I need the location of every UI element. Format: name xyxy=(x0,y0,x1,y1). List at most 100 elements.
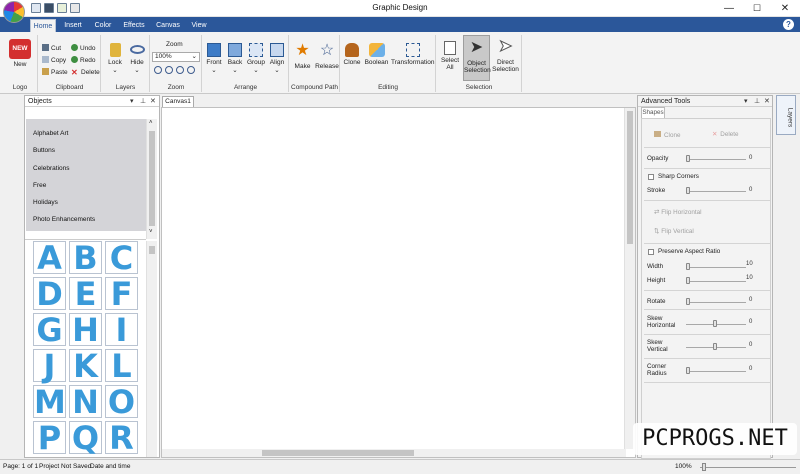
scroll-up-icon[interactable]: ˄ xyxy=(149,120,153,126)
tab-home[interactable]: Home xyxy=(30,19,56,32)
direct-selection-button[interactable]: ➤ Direct Selection xyxy=(491,35,520,81)
close-button[interactable]: ✕ xyxy=(772,1,798,16)
zoom-combo[interactable]: 100% ⌄ xyxy=(152,52,200,62)
scroll-down-icon[interactable]: ˅ xyxy=(149,229,153,235)
letter-thumbnail[interactable]: L xyxy=(105,349,138,383)
panel-close-icon[interactable]: ✕ xyxy=(150,96,156,107)
letter-thumbnail[interactable]: D xyxy=(33,277,66,311)
height-slider[interactable] xyxy=(686,281,746,282)
letter-thumbnail[interactable]: R xyxy=(105,421,138,455)
category-item[interactable]: Holidays xyxy=(33,199,58,206)
cut-button[interactable]: Cut xyxy=(42,44,61,54)
minimize-button[interactable]: — xyxy=(716,1,742,16)
make-button[interactable]: ★ Make xyxy=(291,35,314,71)
letter-thumbnail[interactable]: P xyxy=(33,421,66,455)
preserve-aspect-checkbox[interactable] xyxy=(648,249,654,255)
zoom-slider-thumb[interactable] xyxy=(702,463,706,471)
front-button[interactable]: Front ⌄ xyxy=(204,35,224,74)
category-item[interactable]: Free xyxy=(33,182,46,189)
letter-thumbnail[interactable]: H xyxy=(69,313,102,347)
letter-thumbnail[interactable]: N xyxy=(69,385,102,419)
zoom-out-icon[interactable] xyxy=(165,66,173,74)
delete-button[interactable]: ✕ Delete xyxy=(712,131,738,138)
transformation-button[interactable]: Transformation xyxy=(391,35,434,66)
panel-close-icon[interactable]: ✕ xyxy=(764,96,770,107)
stroke-slider[interactable] xyxy=(686,191,746,192)
lock-button[interactable]: Lock ⌄ xyxy=(104,35,126,74)
align-button[interactable]: Align ⌄ xyxy=(267,35,287,74)
clone-button[interactable]: Clone xyxy=(654,131,680,139)
pin-icon[interactable]: ⊥ xyxy=(140,96,146,107)
category-item[interactable]: Celebrations xyxy=(33,165,70,172)
flip-horizontal-button[interactable]: ⇄ Flip Horizontal xyxy=(654,209,702,216)
select-all-button[interactable]: Select All xyxy=(439,35,461,81)
tab-shapes[interactable]: Shapes xyxy=(641,107,665,118)
rotate-slider[interactable] xyxy=(686,302,746,303)
category-item[interactable]: Buttons xyxy=(33,147,55,154)
letter-thumbnail[interactable]: A xyxy=(33,241,66,275)
tab-view[interactable]: View xyxy=(186,19,212,32)
tab-insert[interactable]: Insert xyxy=(60,19,86,32)
letter-thumbnail[interactable]: F xyxy=(105,277,138,311)
panel-menu-icon[interactable]: ▾ xyxy=(130,96,134,107)
canvas-hscroll-thumb[interactable] xyxy=(262,450,414,456)
panel-menu-icon[interactable]: ▾ xyxy=(744,96,748,107)
opacity-slider[interactable] xyxy=(686,159,746,160)
rotate-slider-thumb[interactable] xyxy=(686,298,690,305)
drawing-canvas[interactable] xyxy=(161,107,636,458)
release-button[interactable]: ☆ Release xyxy=(315,35,339,71)
corner-radius-slider[interactable] xyxy=(686,371,746,372)
hide-button[interactable]: Hide ⌄ xyxy=(126,35,148,74)
boolean-button[interactable]: Boolean xyxy=(364,35,389,66)
help-icon[interactable]: ? xyxy=(783,19,794,30)
app-logo-icon[interactable] xyxy=(3,1,25,23)
letter-thumbnail[interactable]: M xyxy=(33,385,66,419)
zoom-fit-icon[interactable] xyxy=(176,66,184,74)
letter-thumbnail[interactable]: C xyxy=(105,241,138,275)
tab-canvas[interactable]: Canvas xyxy=(153,19,183,32)
skew-vertical-slider-thumb[interactable] xyxy=(713,343,717,350)
canvas-hscrollbar[interactable] xyxy=(162,449,626,457)
category-item[interactable]: Photo Enhancements xyxy=(33,216,95,223)
letter-thumbnail[interactable]: G xyxy=(33,313,66,347)
canvas-tab[interactable]: Canvas1 xyxy=(162,96,194,107)
skew-horizontal-slider-thumb[interactable] xyxy=(713,320,717,327)
layers-side-tab[interactable]: Layers xyxy=(776,95,796,135)
paste-button[interactable]: Paste xyxy=(42,68,68,78)
maximize-button[interactable]: ☐ xyxy=(744,1,770,16)
letter-thumbnail[interactable]: I xyxy=(105,313,138,347)
tab-color[interactable]: Color xyxy=(90,19,116,32)
zoom-actual-icon[interactable] xyxy=(187,66,195,74)
category-scrollbar[interactable]: ˄ ˅ xyxy=(146,119,157,239)
zoom-in-icon[interactable] xyxy=(154,66,162,74)
new-button[interactable]: NEW New xyxy=(5,35,35,68)
zoom-slider[interactable] xyxy=(700,467,796,468)
letter-thumbnail[interactable]: E xyxy=(69,277,102,311)
canvas-vscrollbar[interactable] xyxy=(624,108,635,449)
undo-button[interactable]: Undo xyxy=(71,44,96,54)
corner-radius-slider-thumb[interactable] xyxy=(686,367,690,374)
object-selection-button[interactable]: ➤ Object Selection xyxy=(463,35,491,81)
stroke-slider-thumb[interactable] xyxy=(686,187,690,194)
canvas-vscroll-thumb[interactable] xyxy=(627,111,633,244)
pin-icon[interactable]: ⊥ xyxy=(754,96,760,107)
category-list[interactable]: Alphabet Art Buttons Celebrations Free H… xyxy=(26,119,146,231)
category-item[interactable]: Alphabet Art xyxy=(33,130,68,137)
group-button[interactable]: Group ⌄ xyxy=(246,35,266,74)
height-slider-thumb[interactable] xyxy=(686,277,690,284)
opacity-slider-thumb[interactable] xyxy=(686,155,690,162)
copy-button[interactable]: Copy xyxy=(42,56,66,66)
back-button[interactable]: Back ⌄ xyxy=(225,35,245,74)
delete-button[interactable]: ✕ Delete xyxy=(71,68,100,78)
letter-thumbnail[interactable]: J xyxy=(33,349,66,383)
clone-button[interactable]: Clone xyxy=(342,35,362,66)
letter-thumbnail[interactable]: Q xyxy=(69,421,102,455)
gallery-scrollbar[interactable] xyxy=(146,241,157,457)
sharp-corners-checkbox[interactable] xyxy=(648,174,654,180)
letter-thumbnail[interactable]: O xyxy=(105,385,138,419)
letter-thumbnail[interactable]: B xyxy=(69,241,102,275)
width-slider-thumb[interactable] xyxy=(686,263,690,270)
category-scroll-thumb[interactable] xyxy=(149,131,155,226)
gallery-scroll-thumb[interactable] xyxy=(149,246,155,254)
tab-effects[interactable]: Effects xyxy=(119,19,149,32)
